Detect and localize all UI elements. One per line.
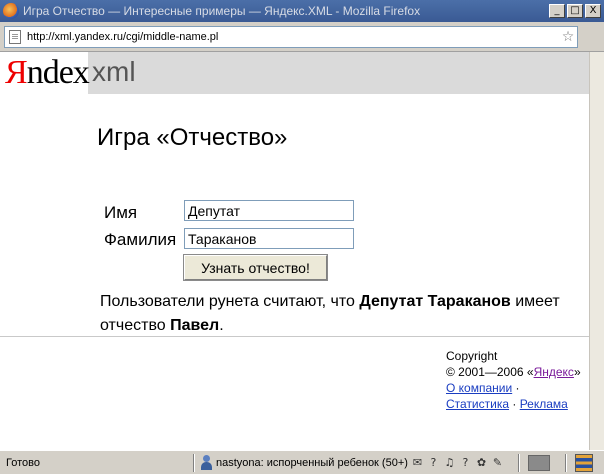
first-name-input[interactable] — [184, 200, 354, 221]
result-patronymic: Павел — [170, 317, 220, 334]
submit-button[interactable]: Узнать отчество! — [183, 254, 328, 281]
status-bar: Готово nastyona: испорченный ребенок (50… — [0, 450, 604, 474]
user-icon — [200, 455, 213, 470]
brand-bar: Яndex xml — [0, 52, 589, 94]
product-name: xml — [92, 56, 136, 87]
minimize-button[interactable]: _ — [549, 4, 565, 18]
footer-copyright: Copyright © 2001—2006 «Яндекс» О компани… — [446, 349, 581, 411]
maximize-button[interactable]: □ — [567, 4, 583, 18]
help-mark: ? — [430, 455, 437, 469]
result-text: Пользователи рунета считают, что Депутат… — [100, 293, 560, 334]
vertical-scrollbar[interactable] — [589, 52, 604, 450]
close-button[interactable]: X — [585, 4, 601, 18]
about-company-link[interactable]: О компании — [446, 381, 512, 395]
first-name-label: Имя — [104, 203, 138, 222]
copyright-label: Copyright — [446, 349, 498, 363]
window-title: Игра Отчество — Интересные примеры — Янд… — [23, 4, 421, 18]
flower-icon[interactable]: ✿ — [475, 456, 488, 469]
statistics-link[interactable]: Статистика — [446, 397, 509, 411]
help-mark-2: ? — [462, 455, 469, 469]
status-separator-3 — [565, 454, 567, 472]
window-titlebar: Игра Отчество — Интересные примеры — Янд… — [0, 0, 604, 22]
firefox-icon — [3, 3, 19, 19]
page-title: Игра «Отчество» — [97, 124, 288, 151]
yandex-link[interactable]: Яндекс — [534, 365, 574, 379]
toolbar-edge — [586, 24, 602, 50]
status-user[interactable]: nastyona: испорченный ребенок (50+) ✉ ? … — [200, 455, 504, 470]
page-content: Яndex xml Игра «Отчество» Имя Фамилия Уз… — [0, 52, 589, 450]
mail-icon[interactable]: ✉ — [411, 456, 424, 469]
last-name-input[interactable] — [184, 228, 354, 249]
bell-icon[interactable]: ♫ — [443, 456, 456, 469]
page-icon — [9, 30, 21, 44]
addon-icon[interactable] — [575, 454, 593, 472]
divider — [0, 336, 589, 337]
network-icon[interactable] — [528, 455, 550, 471]
status-user-text: nastyona: испорченный ребенок (50+) — [216, 456, 408, 469]
url-text[interactable]: http://xml.yandex.ru/cgi/middle-name.pl — [27, 31, 559, 43]
result-full-name: Депутат Тараканов — [359, 293, 511, 310]
address-bar[interactable]: http://xml.yandex.ru/cgi/middle-name.pl … — [4, 26, 578, 48]
last-name-label: Фамилия — [104, 230, 177, 249]
pencil-icon[interactable]: ✎ — [491, 456, 504, 469]
advertising-link[interactable]: Реклама — [520, 397, 568, 411]
status-text: Готово — [6, 457, 40, 469]
status-separator — [193, 454, 195, 472]
yandex-logo[interactable]: Яndex — [0, 52, 90, 94]
status-separator-2 — [518, 454, 520, 472]
navigation-toolbar: http://xml.yandex.ru/cgi/middle-name.pl … — [0, 22, 604, 52]
star-icon[interactable]: ☆ — [559, 29, 577, 45]
